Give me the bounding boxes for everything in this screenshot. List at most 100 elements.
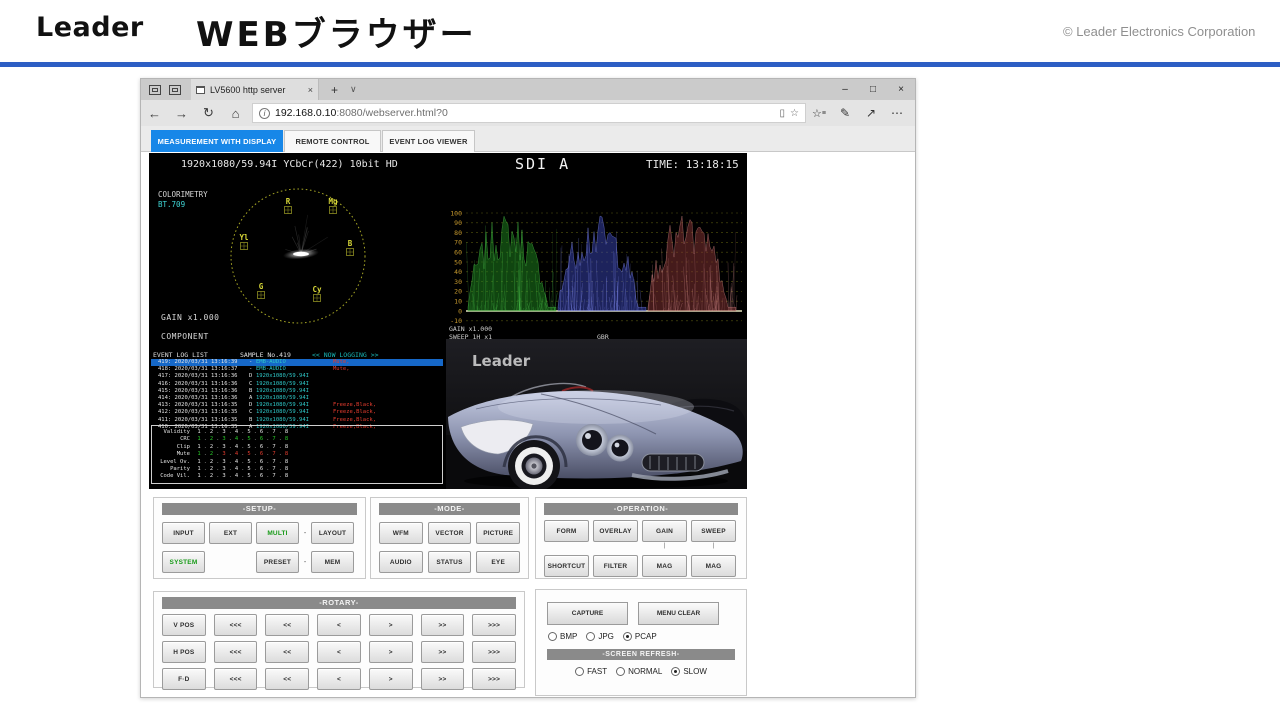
share-icon[interactable]: ↗: [858, 106, 884, 120]
window-controls: – □ ×: [831, 79, 915, 100]
rotary-step-h-pos-6[interactable]: >>>: [472, 641, 516, 663]
capture-format-option-jpg[interactable]: JPG: [586, 632, 614, 641]
rotary-knob-h-pos[interactable]: H POS: [162, 641, 206, 663]
screen-refresh-radio-normal[interactable]: [616, 667, 625, 676]
mode-button-vector[interactable]: VECTOR: [428, 522, 472, 544]
rotary-step-v-pos-2[interactable]: <<: [265, 614, 309, 636]
rotary-step-f-d-5[interactable]: >>: [421, 668, 465, 690]
event-log-row[interactable]: 411: 2020/03/31 13:16:35B1920x1080/59.94…: [151, 417, 443, 424]
audio-status-row: Level Ov.1.2.3.4.5.6.7.8: [152, 459, 442, 466]
mode-button-wfm[interactable]: WFM: [379, 522, 423, 544]
operation-button-gain[interactable]: GAIN: [642, 520, 687, 542]
operation-button-mag-2[interactable]: MAG: [642, 555, 687, 577]
rotary-step-v-pos-5[interactable]: >>: [421, 614, 465, 636]
setup-button-system[interactable]: SYSTEM: [162, 551, 205, 573]
setup-button-input[interactable]: INPUT: [162, 522, 205, 544]
close-icon[interactable]: ×: [887, 79, 915, 100]
screen-refresh-option-slow[interactable]: SLOW: [671, 667, 707, 676]
new-tab-icon[interactable]: +: [331, 83, 338, 97]
capture-format-option-pcap[interactable]: PCAP: [623, 632, 657, 641]
rotary-knob-f-d[interactable]: F·D: [162, 668, 206, 690]
capture-format-radio-bmp[interactable]: [548, 632, 557, 641]
capture-button[interactable]: CAPTURE: [547, 602, 628, 625]
tab-event-log-viewer[interactable]: EVENT LOG VIEWER: [382, 130, 475, 152]
log-c2: C: [249, 409, 252, 415]
rotary-step-v-pos-4[interactable]: >: [369, 614, 413, 636]
setup-button-preset[interactable]: PRESET: [256, 551, 299, 573]
operation-button-sweep[interactable]: SWEEP: [691, 520, 736, 542]
event-log-row[interactable]: 417: 2020/03/31 13:16:36D1920x1080/59.94…: [151, 373, 443, 380]
rotary-step-h-pos-5[interactable]: >>: [421, 641, 465, 663]
screen-refresh-radio-slow[interactable]: [671, 667, 680, 676]
browser-tab[interactable]: LV5600 http server ×: [191, 79, 319, 100]
screen-refresh-option-normal[interactable]: NORMAL: [616, 667, 662, 676]
site-info-icon[interactable]: i: [259, 108, 270, 119]
event-log-row[interactable]: 413: 2020/03/31 13:16:35D1920x1080/59.94…: [151, 402, 443, 409]
mode-button-audio[interactable]: AUDIO: [379, 551, 423, 573]
audio-status-table: Validity1.2.3.4.5.6.7.8CRC1.2.3.4.5.6.7.…: [151, 425, 443, 484]
log-c1: 413: 2020/03/31 13:16:35: [158, 402, 237, 408]
capture-format-radio-pcap[interactable]: [623, 632, 632, 641]
rotary-step-f-d-2[interactable]: <<: [265, 668, 309, 690]
rotary-knob-v-pos[interactable]: V POS: [162, 614, 206, 636]
rotary-step-h-pos-2[interactable]: <<: [265, 641, 309, 663]
minimize-icon[interactable]: –: [831, 79, 859, 100]
operation-button-filter[interactable]: FILTER: [593, 555, 638, 577]
screen-refresh-option-fast[interactable]: FAST: [575, 667, 607, 676]
mode-button-picture[interactable]: PICTURE: [476, 522, 520, 544]
rotary-step-h-pos-4[interactable]: >: [369, 641, 413, 663]
back-icon[interactable]: ←: [141, 106, 168, 121]
operation-button-mag-3[interactable]: MAG: [691, 555, 736, 577]
rotary-step-h-pos-3[interactable]: <: [317, 641, 361, 663]
setup-button-ext[interactable]: EXT: [209, 522, 252, 544]
tab-title: LV5600 http server: [210, 85, 303, 95]
refresh-icon[interactable]: ↻: [195, 105, 222, 121]
url-field[interactable]: i 192.168.0.10:8080/webserver.html?0 ▯ ☆: [252, 103, 806, 123]
svg-text:-10: -10: [450, 317, 462, 323]
forward-icon[interactable]: →: [168, 106, 195, 121]
event-log-row[interactable]: 414: 2020/03/31 13:16:36A1920x1080/59.94…: [151, 395, 443, 402]
more-icon[interactable]: ⋯: [884, 106, 910, 120]
close-tab-icon[interactable]: ×: [308, 85, 313, 95]
mode-button-eye[interactable]: EYE: [476, 551, 520, 573]
operation-button-shortcut[interactable]: SHORTCUT: [544, 555, 589, 577]
screen-refresh-radio-fast[interactable]: [575, 667, 584, 676]
event-log-row[interactable]: 412: 2020/03/31 13:16:35C1920x1080/59.94…: [151, 409, 443, 416]
rotary-step-v-pos-1[interactable]: <<<: [214, 614, 258, 636]
log-c2: C: [249, 381, 252, 387]
home-icon[interactable]: ⌂: [222, 106, 249, 121]
rotary-step-f-d-4[interactable]: >: [369, 668, 413, 690]
rotary-step-f-d-1[interactable]: <<<: [214, 668, 258, 690]
mode-button-status[interactable]: STATUS: [428, 551, 472, 573]
event-log-row[interactable]: 416: 2020/03/31 13:16:36C1920x1080/59.94…: [151, 381, 443, 388]
rotary-step-f-d-6[interactable]: >>>: [472, 668, 516, 690]
button-link-dash: -: [303, 530, 307, 537]
tab-menu-icon[interactable]: ∨: [350, 84, 357, 95]
hub-icon[interactable]: ☆≡: [806, 107, 832, 120]
reading-view-icon[interactable]: ▯: [780, 108, 786, 119]
audio-status-row: CRC1.2.3.4.5.6.7.8: [152, 436, 442, 443]
tab-remote-control[interactable]: REMOTE CONTROL: [284, 130, 381, 152]
tab-measurement-with-display[interactable]: MEASUREMENT WITH DISPLAY: [151, 130, 283, 152]
tab-preview-icon[interactable]: [169, 85, 181, 95]
favorite-star-icon[interactable]: ☆: [790, 108, 799, 119]
vectorscope-target-r: R: [286, 197, 291, 206]
capture-format-option-bmp[interactable]: BMP: [548, 632, 577, 641]
rotary-step-h-pos-1[interactable]: <<<: [214, 641, 258, 663]
capture-format-radio-jpg[interactable]: [586, 632, 595, 641]
menu-clear-button[interactable]: MENU CLEAR: [638, 602, 719, 625]
setup-button-mem[interactable]: MEM: [311, 551, 354, 573]
restore-icon[interactable]: □: [859, 79, 887, 100]
rotary-step-v-pos-6[interactable]: >>>: [472, 614, 516, 636]
rotary-step-v-pos-3[interactable]: <: [317, 614, 361, 636]
operation-button-overlay[interactable]: OVERLAY: [593, 520, 638, 542]
event-log-row[interactable]: 418: 2020/03/31 13:16:37-EMB-AUDIOMute,: [151, 366, 443, 373]
set-aside-tabs-icon[interactable]: [149, 85, 161, 95]
operation-button-form[interactable]: FORM: [544, 520, 589, 542]
setup-button-layout[interactable]: LAYOUT: [311, 522, 354, 544]
event-log-row[interactable]: 419: 2020/03/31 13:16:39-EMB-AUDIOMute,: [151, 359, 443, 366]
web-notes-icon[interactable]: ✎: [832, 106, 858, 120]
setup-button-multi[interactable]: MULTI: [256, 522, 299, 544]
rotary-step-f-d-3[interactable]: <: [317, 668, 361, 690]
event-log-row[interactable]: 415: 2020/03/31 13:16:36B1920x1080/59.94…: [151, 388, 443, 395]
